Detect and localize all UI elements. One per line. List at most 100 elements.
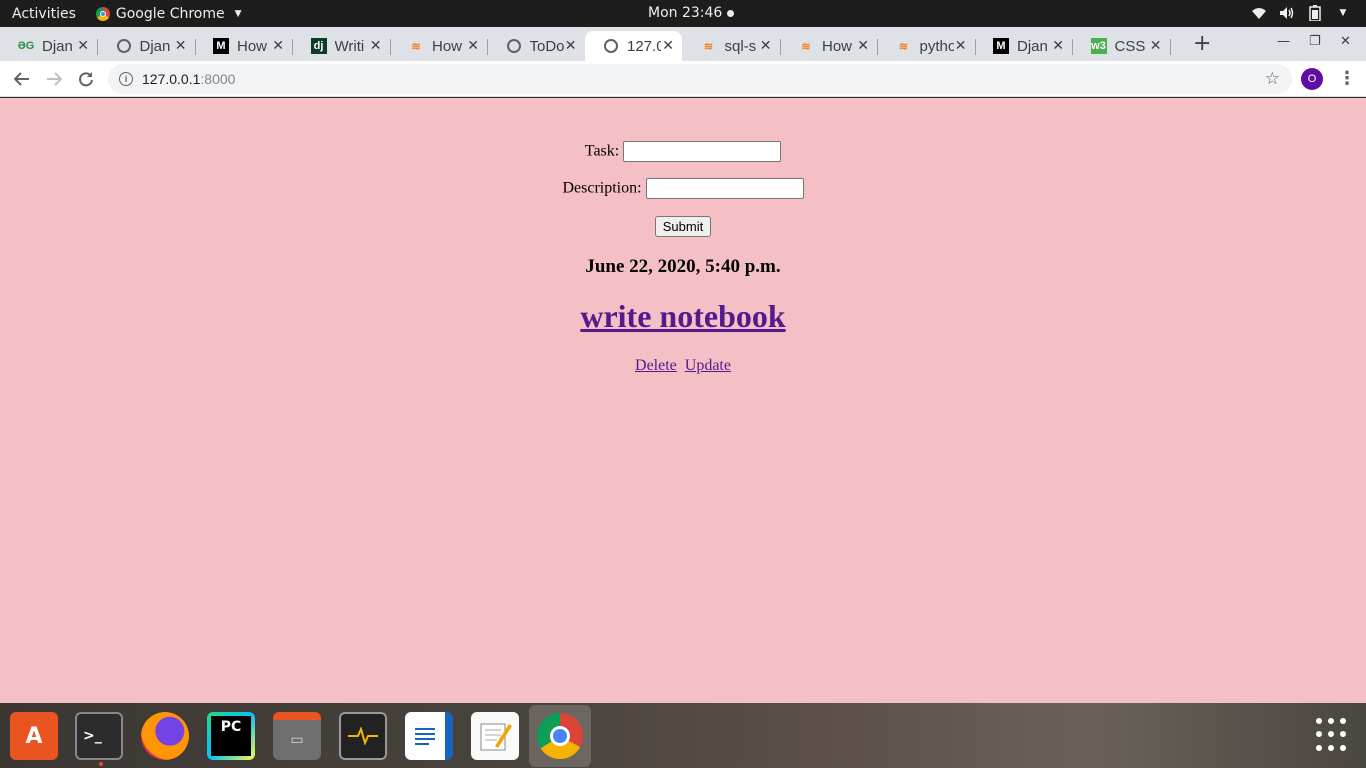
new-tab-button[interactable]: + <box>1193 31 1211 56</box>
tab-title: How <box>432 37 463 55</box>
task-input[interactable] <box>623 141 782 162</box>
close-tab-icon[interactable]: ✕ <box>77 37 89 54</box>
file-manager-icon[interactable]: ▭ <box>273 712 321 760</box>
close-tab-icon[interactable]: ✕ <box>760 37 772 54</box>
clock-time: Mon 23:46 <box>648 5 723 21</box>
site-info-icon[interactable]: i <box>119 72 133 86</box>
gfg-icon: ƏG <box>17 40 35 52</box>
show-applications-icon[interactable] <box>1316 718 1350 752</box>
more-menu-icon[interactable]: ⋮ <box>1338 68 1356 89</box>
delete-link[interactable]: Delete <box>635 357 677 374</box>
tab-title: 127.0 <box>627 37 661 55</box>
wifi-icon <box>1250 4 1268 22</box>
software-center-icon[interactable]: A <box>10 712 58 760</box>
gnome-top-bar: Activities Google Chrome ▼ Mon 23:46 ▼ <box>0 0 1366 27</box>
update-link[interactable]: Update <box>685 357 731 374</box>
close-tab-icon[interactable]: ✕ <box>565 37 577 54</box>
stackoverflow-icon: ≋ <box>703 40 714 53</box>
browser-tab[interactable]: ≋ sql-s ✕ <box>683 31 781 61</box>
browser-tab[interactable]: M How ✕ <box>195 31 293 61</box>
close-tab-icon[interactable]: ✕ <box>857 37 869 54</box>
tab-title: sql-s <box>724 37 757 55</box>
globe-icon <box>506 38 522 54</box>
stackoverflow-icon: ≋ <box>411 40 421 53</box>
restore-icon[interactable]: ❐ <box>1309 34 1321 49</box>
tab-title: Djan <box>1017 37 1048 55</box>
description-input[interactable] <box>645 178 804 199</box>
browser-tab[interactable]: dj Writi ✕ <box>293 31 391 61</box>
page-content: Task: Description: Submit June 22, 2020,… <box>0 98 1366 703</box>
chrome-dock-icon[interactable] <box>529 705 591 767</box>
tab-title: Writi <box>334 37 365 55</box>
close-tab-icon[interactable]: ✕ <box>1150 37 1162 54</box>
tab-title: How <box>237 37 268 55</box>
close-tab-icon[interactable]: ✕ <box>662 37 674 54</box>
browser-tab[interactable]: Djan ✕ <box>98 31 196 61</box>
globe-icon <box>116 38 132 54</box>
clock[interactable]: Mon 23:46 <box>648 5 735 21</box>
text-editor-icon[interactable] <box>471 712 519 760</box>
medium-icon: M <box>213 38 229 54</box>
close-tab-icon[interactable]: ✕ <box>370 37 382 54</box>
stackoverflow-icon: ≋ <box>801 40 811 53</box>
battery-icon <box>1306 4 1324 22</box>
close-tab-icon[interactable]: ✕ <box>1052 37 1064 54</box>
notification-dot-icon <box>727 9 735 17</box>
profile-avatar[interactable]: O <box>1301 68 1323 90</box>
tab-separator <box>1169 39 1171 55</box>
system-menu-chevron-icon: ▼ <box>1339 8 1347 18</box>
system-tray[interactable]: ▼ <box>1250 4 1352 22</box>
dock: A >_ PC ▭ <box>0 703 1366 768</box>
task-label: Task: <box>584 142 620 160</box>
browser-tab[interactable]: M Djan ✕ <box>975 31 1073 61</box>
medium-icon: M <box>993 38 1009 54</box>
minimize-icon[interactable]: — <box>1277 34 1290 49</box>
close-tab-icon[interactable]: ✕ <box>272 37 284 54</box>
close-tab-icon[interactable]: ✕ <box>175 37 187 54</box>
browser-tab[interactable]: ƏG Djan ✕ <box>0 31 98 61</box>
stackoverflow-icon: ≋ <box>898 40 909 53</box>
close-tab-icon[interactable]: ✕ <box>467 37 479 54</box>
bookmark-star-icon[interactable]: ☆ <box>1265 69 1280 89</box>
task-actions: Delete Update <box>0 357 1366 375</box>
browser-tab[interactable]: w3 CSS b✕ <box>1073 31 1171 61</box>
browser-tab[interactable]: ≋ How ✕ <box>390 31 488 61</box>
terminal-icon[interactable]: >_ <box>75 712 123 766</box>
activities-button[interactable]: Activities <box>0 6 88 22</box>
django-icon: dj <box>310 38 327 54</box>
pycharm-icon[interactable]: PC <box>207 712 255 760</box>
description-label: Description: <box>562 179 642 197</box>
url-host: 127.0.0.1 <box>142 71 201 87</box>
app-menu[interactable]: Google Chrome ▼ <box>95 5 242 22</box>
url-port: :8000 <box>200 71 236 87</box>
tab-title: Djan <box>139 37 171 55</box>
address-bar[interactable]: i 127.0.0.1:8000 ☆ <box>108 64 1292 94</box>
back-icon[interactable] <box>10 67 34 91</box>
app-name: Google Chrome <box>115 5 225 22</box>
browser-tab[interactable]: ToDo ✕ <box>488 31 586 61</box>
tab-title: How <box>822 37 853 55</box>
volume-icon <box>1278 4 1296 22</box>
forward-icon[interactable] <box>42 67 66 91</box>
browser-tab[interactable]: ≋ pytho ✕ <box>878 31 976 61</box>
chrome-icon <box>95 6 110 21</box>
tab-strip: ƏG Djan ✕ Djan ✕ M How ✕ dj Writi ✕ ≋ How ✕ ToDo ✕ 127.0… <box>0 27 1366 61</box>
browser-toolbar: i 127.0.0.1:8000 ☆ <box>0 61 1366 97</box>
close-tab-icon[interactable]: ✕ <box>955 37 967 54</box>
firefox-icon[interactable] <box>141 712 189 760</box>
submit-button[interactable]: Submit <box>654 216 712 237</box>
tab-title: ToDo <box>529 37 564 55</box>
submit-row: Submit <box>0 216 1366 237</box>
tab-title: pytho <box>919 37 954 55</box>
globe-icon <box>603 38 619 54</box>
chevron-down-icon: ▼ <box>234 8 242 19</box>
description-row: Description: <box>0 178 1366 199</box>
close-window-icon[interactable]: ✕ <box>1340 34 1351 49</box>
browser-tab[interactable]: ≋ How ✕ <box>780 31 878 61</box>
task-row: Task: <box>0 141 1366 162</box>
reload-icon[interactable] <box>74 67 98 91</box>
libreoffice-writer-icon[interactable] <box>405 712 453 760</box>
browser-tab[interactable]: 127.0 ✕ <box>585 31 682 61</box>
system-monitor-icon[interactable] <box>339 712 387 760</box>
task-title-link[interactable]: write notebook <box>580 298 785 334</box>
